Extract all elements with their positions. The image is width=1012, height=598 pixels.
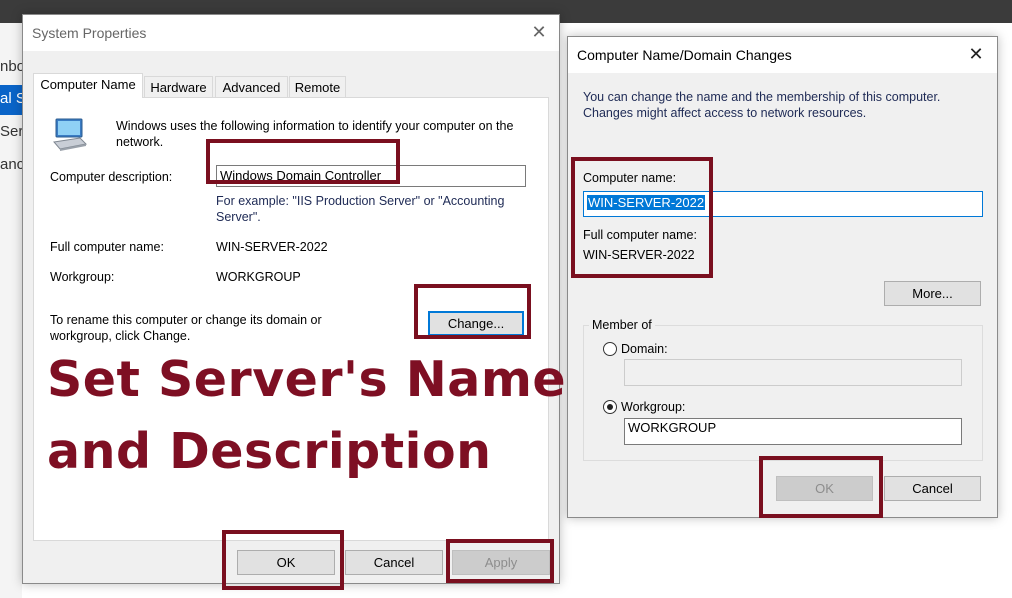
example-text: For example: "IIS Production Server" or … bbox=[216, 194, 505, 224]
tab-hardware[interactable]: Hardware bbox=[144, 76, 213, 97]
full-computer-name-label: Full computer name: bbox=[50, 240, 164, 254]
overlay-title-line1: Set Server's Name bbox=[47, 351, 567, 408]
system-properties-title-bar: System Properties ✕ bbox=[23, 15, 559, 51]
workgroup-input[interactable]: WORKGROUP bbox=[624, 418, 962, 445]
cancel-button[interactable]: Cancel bbox=[884, 476, 981, 501]
more-button[interactable]: More... bbox=[884, 281, 981, 306]
highlight-domain-ok-button bbox=[759, 456, 883, 518]
domain-changes-title-bar: Computer Name/Domain Changes ✕ bbox=[568, 37, 997, 73]
cancel-button[interactable]: Cancel bbox=[345, 550, 443, 575]
dialog-title: System Properties bbox=[32, 25, 147, 41]
highlight-computer-name bbox=[571, 157, 713, 278]
full-computer-name-value: WIN-SERVER-2022 bbox=[216, 240, 328, 254]
workgroup-label: Workgroup: bbox=[621, 400, 686, 414]
highlight-description-field bbox=[206, 139, 400, 184]
close-icon[interactable]: ✕ bbox=[527, 21, 551, 45]
highlight-ok-button bbox=[222, 530, 344, 590]
computer-description-label: Computer description: bbox=[50, 170, 173, 184]
highlight-change-button bbox=[414, 284, 531, 339]
domain-changes-intro: You can change the name and the membersh… bbox=[583, 90, 941, 120]
tab-advanced[interactable]: Advanced bbox=[215, 76, 288, 97]
domain-input[interactable] bbox=[624, 359, 962, 386]
computer-icon bbox=[50, 116, 88, 157]
close-icon[interactable]: ✕ bbox=[964, 43, 988, 67]
workgroup-label: Workgroup: bbox=[50, 270, 115, 284]
domain-radio[interactable] bbox=[603, 342, 617, 356]
workgroup-radio[interactable] bbox=[603, 400, 617, 414]
background-text-fragment: anc bbox=[0, 156, 25, 173]
dialog-title: Computer Name/Domain Changes bbox=[577, 47, 792, 63]
tab-remote[interactable]: Remote bbox=[289, 76, 346, 97]
overlay-title-line2: and Description bbox=[47, 423, 492, 480]
tab-computer-name[interactable]: Computer Name bbox=[33, 73, 143, 98]
domain-label: Domain: bbox=[621, 342, 668, 356]
rename-instructions: To rename this computer or change its do… bbox=[50, 313, 322, 343]
member-of-label: Member of bbox=[589, 318, 655, 332]
workgroup-value: WORKGROUP bbox=[216, 270, 301, 284]
highlight-apply-button bbox=[446, 539, 554, 583]
